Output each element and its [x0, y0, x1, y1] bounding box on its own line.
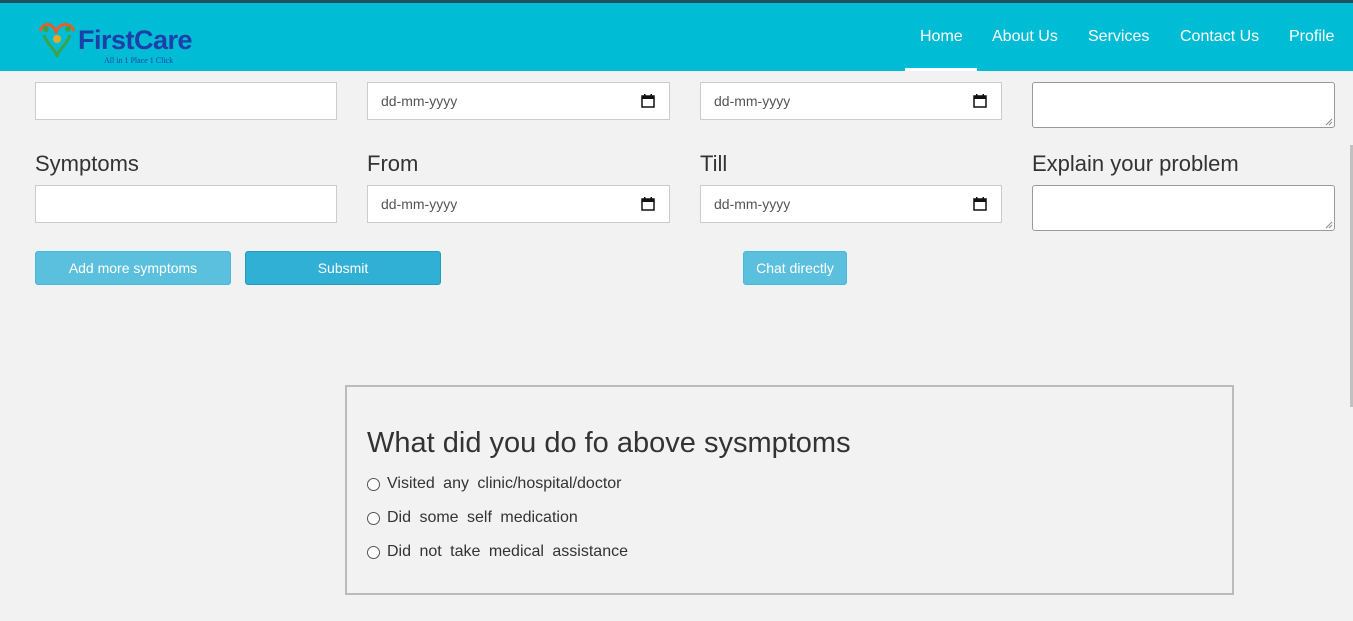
add-more-symptoms-button[interactable]: Add more symptoms	[35, 251, 231, 285]
till-date-input-2[interactable]: dd-mm-yyyy	[700, 185, 1002, 223]
calendar-icon[interactable]	[641, 94, 655, 108]
brand-logo[interactable]: FirstCare All in 1 Place 1 Click	[36, 17, 196, 69]
radio-button[interactable]	[367, 477, 380, 491]
option-visited-clinic[interactable]: Visited any clinic/hospital/doctor	[367, 475, 622, 493]
from-label: From	[367, 151, 419, 176]
date-placeholder: dd-mm-yyyy	[381, 93, 458, 109]
explain-problem-textarea-2[interactable]	[1032, 185, 1335, 231]
from-date-input-2[interactable]: dd-mm-yyyy	[367, 185, 670, 223]
option-label: Visited any clinic/hospital/doctor	[387, 475, 622, 492]
till-label: Till	[700, 151, 728, 176]
radio-button[interactable]	[367, 545, 380, 559]
resize-grip-icon[interactable]	[1325, 118, 1333, 126]
date-placeholder: dd-mm-yyyy	[381, 196, 458, 212]
brand-tagline: All in 1 Place 1 Click	[104, 56, 174, 65]
calendar-icon[interactable]	[973, 94, 987, 108]
nav-profile[interactable]: Profile	[1289, 3, 1334, 71]
nav-contact-us[interactable]: Contact Us	[1180, 3, 1259, 71]
explain-problem-label: Explain your problem	[1032, 151, 1239, 176]
symptom-input-2[interactable]	[35, 185, 337, 223]
radio-button[interactable]	[367, 511, 380, 525]
option-label: Did some self medication	[387, 509, 578, 526]
symptom-input-1[interactable]	[35, 82, 337, 120]
treatment-question-panel: What did you do fo above sysmptoms Visit…	[345, 385, 1234, 595]
resize-grip-icon[interactable]	[1325, 221, 1333, 229]
active-nav-indicator	[905, 68, 977, 71]
logo-icon	[38, 23, 76, 58]
brand-name: FirstCare	[78, 25, 193, 55]
nav-services[interactable]: Services	[1088, 3, 1149, 71]
option-self-medication[interactable]: Did some self medication	[367, 509, 578, 527]
explain-problem-textarea-1[interactable]	[1032, 82, 1335, 128]
question-title: What did you do fo above sysmptoms	[367, 427, 851, 459]
submit-button[interactable]: Subsmit	[245, 251, 441, 285]
date-placeholder: dd-mm-yyyy	[714, 196, 791, 212]
calendar-icon[interactable]	[973, 197, 987, 211]
symptoms-label: Symptoms	[35, 151, 139, 176]
date-placeholder: dd-mm-yyyy	[714, 93, 791, 109]
page: dd-mm-yyyy dd-mm-yyyy Symptoms From Till…	[0, 0, 1353, 621]
nav-about-us[interactable]: About Us	[992, 3, 1058, 71]
option-label: Did not take medical assistance	[387, 543, 628, 560]
nav-home[interactable]: Home	[920, 3, 963, 71]
option-no-assistance[interactable]: Did not take medical assistance	[367, 543, 628, 561]
top-navbar: FirstCare All in 1 Place 1 Click Home Ab…	[0, 0, 1353, 71]
till-date-input-1[interactable]: dd-mm-yyyy	[700, 82, 1002, 120]
from-date-input-1[interactable]: dd-mm-yyyy	[367, 82, 670, 120]
chat-directly-button[interactable]: Chat directly	[743, 251, 847, 285]
calendar-icon[interactable]	[641, 197, 655, 211]
